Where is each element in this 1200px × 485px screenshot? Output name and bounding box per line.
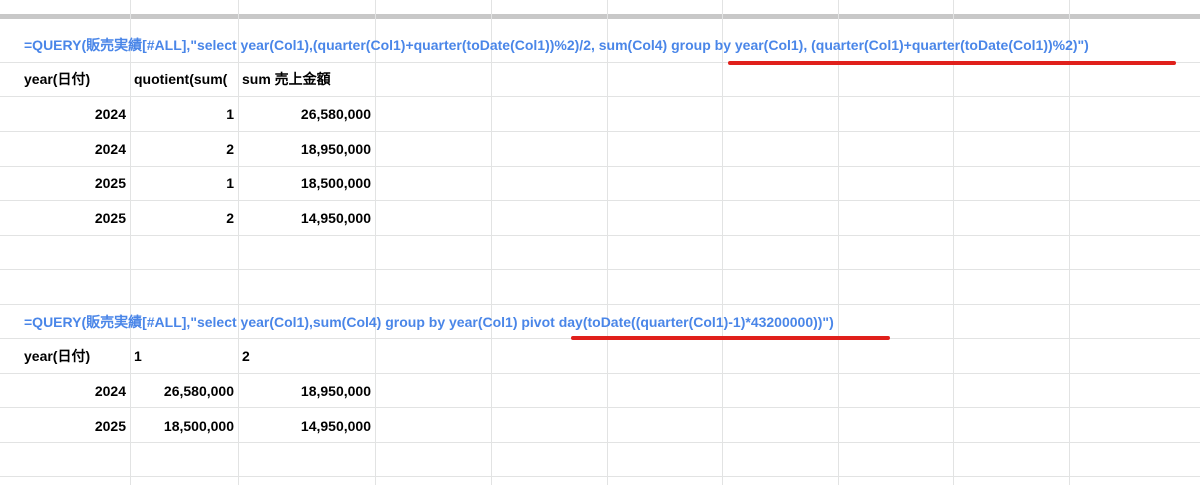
gridline <box>375 0 376 485</box>
gridline <box>953 0 954 485</box>
table-1-cell[interactable]: 18,500,000 <box>238 166 375 200</box>
table-1-cell[interactable]: 26,580,000 <box>238 97 375 131</box>
table-1-cell[interactable]: 2 <box>130 201 238 235</box>
table-2-cell[interactable]: 2024 <box>20 374 130 408</box>
highlight-underline-1 <box>728 61 1176 65</box>
table-1-header-year[interactable]: year(日付) <box>20 62 130 96</box>
highlight-underline-2 <box>571 336 890 340</box>
table-1-cell[interactable]: 2025 <box>20 201 130 235</box>
table-1-cell[interactable]: 18,950,000 <box>238 132 375 166</box>
table-2-cell[interactable]: 2025 <box>20 409 130 443</box>
table-1-header-sum[interactable]: sum 売上金額 <box>238 62 375 96</box>
table-2-header-year[interactable]: year(日付) <box>20 339 130 373</box>
gridline <box>0 235 1200 236</box>
gridline <box>607 0 608 485</box>
table-1-cell[interactable]: 2024 <box>20 132 130 166</box>
table-1-header-quotient[interactable]: quotient(sum( <box>130 62 238 96</box>
gridline <box>0 476 1200 477</box>
table-1-cell[interactable]: 1 <box>130 166 238 200</box>
gridline <box>0 269 1200 270</box>
table-1-cell[interactable]: 2 <box>130 132 238 166</box>
table-2-header-pivot-2[interactable]: 2 <box>238 339 375 373</box>
frozen-header-border <box>0 14 1200 19</box>
table-1-cell[interactable]: 2025 <box>20 166 130 200</box>
table-1-cell[interactable]: 2024 <box>20 97 130 131</box>
gridline <box>722 0 723 485</box>
query-formula-1[interactable]: =QUERY(販売実績[#ALL],"select year(Col1),(qu… <box>20 28 1089 62</box>
table-2-cell[interactable]: 18,500,000 <box>130 409 238 443</box>
table-1-cell[interactable]: 14,950,000 <box>238 201 375 235</box>
query-formula-2[interactable]: =QUERY(販売実績[#ALL],"select year(Col1),sum… <box>20 305 834 339</box>
table-2-cell[interactable]: 18,950,000 <box>238 374 375 408</box>
gridline <box>491 0 492 485</box>
gridline <box>838 0 839 485</box>
table-1-cell[interactable]: 1 <box>130 97 238 131</box>
table-2-header-pivot-1[interactable]: 1 <box>130 339 238 373</box>
table-2-cell[interactable]: 26,580,000 <box>130 374 238 408</box>
gridline <box>1069 0 1070 485</box>
table-2-cell[interactable]: 14,950,000 <box>238 409 375 443</box>
